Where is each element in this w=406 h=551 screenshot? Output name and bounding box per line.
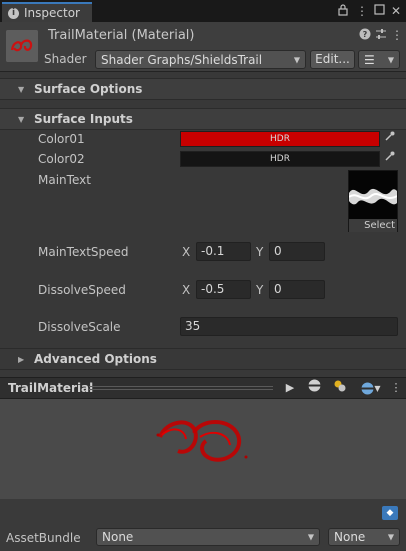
eyedropper-icon[interactable] (381, 130, 399, 148)
chevron-down-icon: ▼ (307, 532, 314, 542)
hdr-badge: HDR (270, 154, 290, 164)
shader-dropdown[interactable]: Shader Graphs/ShieldsTrail ▼ (95, 50, 306, 69)
maintextspeed-y-input[interactable]: 0 (269, 242, 325, 261)
material-thumbnail (6, 30, 38, 62)
more-icon[interactable]: ⋮ (390, 28, 404, 42)
edit-shader-button[interactable]: Edit... (310, 50, 355, 69)
dissolvespeed-x-input[interactable]: -0.5 (196, 280, 251, 299)
foldout-advanced-options[interactable]: ▶ Advanced Options (0, 348, 406, 370)
foldout-surface-options-label: Surface Options (34, 82, 143, 96)
shader-options-dropdown[interactable]: ☰ ▼ (358, 50, 400, 69)
tab-inspector-label: Inspector (24, 6, 80, 20)
collapsed-triangle-icon: ▶ (18, 354, 25, 364)
chevron-down-icon: ▼ (293, 55, 300, 64)
list-icon: ☰ (364, 52, 375, 67)
lock-icon[interactable] (336, 4, 350, 18)
maintextspeed-x-input[interactable]: -0.1 (196, 242, 251, 261)
preview-drag-handle-line (89, 389, 273, 390)
preview-drag-handle[interactable] (89, 386, 273, 387)
preview-title: TrailMaterial (8, 381, 94, 395)
foldout-advanced-options-label: Advanced Options (34, 352, 157, 366)
maintextspeed-x-label: X (182, 245, 191, 259)
material-title: TrailMaterial (Material) (48, 28, 195, 43)
shader-dropdown-value: Shader Graphs/ShieldsTrail (101, 52, 263, 67)
maximize-icon[interactable] (372, 4, 386, 18)
play-icon[interactable]: ▶ (280, 379, 300, 397)
tag-icon[interactable]: ◆ (382, 506, 398, 520)
dissolvespeed-y-input[interactable]: 0 (269, 280, 325, 299)
sphere-mesh-icon[interactable] (304, 379, 324, 397)
lighting-icon[interactable] (330, 379, 350, 397)
chevron-down-icon: ▼ (387, 55, 394, 64)
assetbundle-variant-value: None (334, 530, 366, 544)
svg-text:?: ? (363, 30, 368, 39)
menu-icon[interactable]: ⋮ (355, 4, 369, 18)
expanded-triangle-icon: ▼ (18, 114, 25, 124)
foldout-surface-inputs[interactable]: ▼ Surface Inputs (0, 108, 406, 130)
texture-thumbnail (349, 171, 397, 219)
chevron-down-icon: ▼ (387, 532, 394, 542)
select-texture-button[interactable]: Select (349, 219, 397, 232)
chevron-down-icon: ▼ (374, 384, 381, 393)
color01-swatch[interactable]: HDR (180, 131, 380, 147)
hdr-badge: HDR (270, 134, 290, 144)
info-icon: i (8, 7, 19, 19)
color01-label: Color01 (38, 132, 85, 146)
foldout-surface-inputs-label: Surface Inputs (34, 112, 133, 126)
maintext-label: MainText (38, 173, 91, 187)
assetbundle-name-dropdown[interactable]: None ▼ (96, 528, 320, 546)
tab-inspector[interactable]: i Inspector (2, 2, 92, 22)
material-preview[interactable] (0, 399, 406, 499)
trail-preview-render (0, 399, 406, 499)
preview-background-dropdown[interactable]: ▼ (356, 379, 386, 397)
more-icon[interactable]: ⋮ (390, 379, 402, 397)
maintextspeed-y-label: Y (256, 245, 264, 259)
collapsed-triangle-icon: ▼ (18, 84, 25, 94)
assetbundle-variant-dropdown[interactable]: None ▼ (328, 528, 400, 546)
dissolvespeed-label: DissolveSpeed (38, 283, 126, 297)
settings-sliders-icon[interactable] (374, 28, 388, 42)
shader-label: Shader (44, 52, 87, 66)
help-icon[interactable]: ? (358, 28, 372, 42)
assetbundle-name-value: None (102, 530, 134, 544)
eyedropper-icon[interactable] (381, 150, 399, 168)
foldout-surface-options[interactable]: ▼ Surface Options (0, 78, 406, 100)
maintext-texture-slot[interactable]: Select (348, 170, 398, 232)
dissolvescale-input[interactable]: 35 (180, 317, 398, 336)
color02-label: Color02 (38, 152, 85, 166)
dissolvespeed-x-label: X (182, 283, 191, 297)
color02-swatch[interactable]: HDR (180, 151, 380, 167)
label-bar (0, 499, 406, 523)
assetbundle-label: AssetBundle (6, 531, 81, 545)
dissolvespeed-y-label: Y (256, 283, 264, 297)
dissolvescale-label: DissolveScale (38, 320, 121, 334)
maintextspeed-label: MainTextSpeed (38, 245, 129, 259)
close-icon[interactable]: ✕ (389, 4, 403, 18)
